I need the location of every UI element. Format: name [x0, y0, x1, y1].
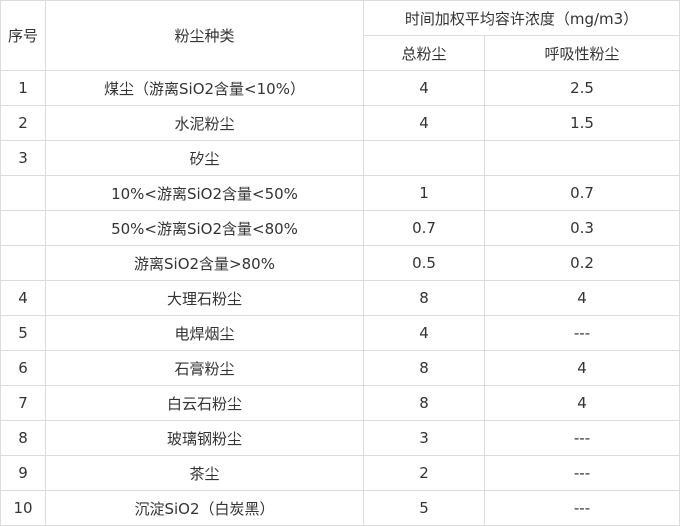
cell-dust-name: 游离SiO2含量>80%	[45, 245, 364, 281]
header-respirable-dust: 呼吸性粉尘	[484, 35, 680, 71]
cell-total-dust: 0.7	[363, 210, 485, 246]
cell-respirable-dust: ---	[484, 490, 680, 526]
table-row: 9 茶尘 2 ---	[0, 455, 680, 491]
cell-respirable-dust: ---	[484, 420, 680, 456]
cell-respirable-dust: 4	[484, 385, 680, 421]
cell-respirable-dust: 4	[484, 280, 680, 316]
cell-total-dust: 8	[363, 385, 485, 421]
cell-dust-name: 石膏粉尘	[45, 350, 364, 386]
cell-total-dust	[363, 140, 485, 176]
cell-index: 2	[0, 105, 46, 141]
cell-respirable-dust: 0.3	[484, 210, 680, 246]
table-row: 游离SiO2含量>80% 0.5 0.2	[0, 245, 680, 281]
cell-index: 8	[0, 420, 46, 456]
cell-dust-name: 煤尘（游离SiO2含量<10%）	[45, 70, 364, 106]
cell-total-dust: 1	[363, 175, 485, 211]
cell-index: 7	[0, 385, 46, 421]
table-row: 3 矽尘	[0, 140, 680, 176]
cell-index: 4	[0, 280, 46, 316]
cell-dust-name: 50%<游离SiO2含量<80%	[45, 210, 364, 246]
table-row: 7 白云石粉尘 8 4	[0, 385, 680, 421]
cell-respirable-dust: 4	[484, 350, 680, 386]
header-dust-type: 粉尘种类	[45, 0, 364, 71]
cell-total-dust: 8	[363, 350, 485, 386]
table-body: 1 煤尘（游离SiO2含量<10%） 4 2.5 2 水泥粉尘 4 1.5 3 …	[0, 70, 680, 526]
table-row: 4 大理石粉尘 8 4	[0, 280, 680, 316]
table-row: 50%<游离SiO2含量<80% 0.7 0.3	[0, 210, 680, 246]
cell-index: 5	[0, 315, 46, 351]
table-row: 10 沉淀SiO2（白炭黑） 5 ---	[0, 490, 680, 526]
cell-index	[0, 175, 46, 211]
cell-dust-name: 10%<游离SiO2含量<50%	[45, 175, 364, 211]
cell-respirable-dust	[484, 140, 680, 176]
cell-respirable-dust: 0.7	[484, 175, 680, 211]
cell-total-dust: 3	[363, 420, 485, 456]
table-header: 序号 粉尘种类 时间加权平均容许浓度（mg/m3） 总粉尘 呼吸性粉尘	[0, 0, 680, 71]
cell-dust-name: 矽尘	[45, 140, 364, 176]
table-row: 10%<游离SiO2含量<50% 1 0.7	[0, 175, 680, 211]
cell-dust-name: 白云石粉尘	[45, 385, 364, 421]
cell-dust-name: 茶尘	[45, 455, 364, 491]
table-row: 1 煤尘（游离SiO2含量<10%） 4 2.5	[0, 70, 680, 106]
cell-total-dust: 8	[363, 280, 485, 316]
header-total-dust: 总粉尘	[363, 35, 485, 71]
cell-respirable-dust: 0.2	[484, 245, 680, 281]
cell-respirable-dust: 1.5	[484, 105, 680, 141]
cell-total-dust: 0.5	[363, 245, 485, 281]
cell-index: 6	[0, 350, 46, 386]
cell-index: 1	[0, 70, 46, 106]
header-twa-group: 时间加权平均容许浓度（mg/m3）	[363, 0, 680, 36]
cell-dust-name: 沉淀SiO2（白炭黑）	[45, 490, 364, 526]
cell-total-dust: 4	[363, 105, 485, 141]
cell-respirable-dust: ---	[484, 455, 680, 491]
cell-total-dust: 4	[363, 315, 485, 351]
cell-index	[0, 210, 46, 246]
cell-respirable-dust: ---	[484, 315, 680, 351]
cell-dust-name: 水泥粉尘	[45, 105, 364, 141]
table-row: 8 玻璃钢粉尘 3 ---	[0, 420, 680, 456]
cell-total-dust: 5	[363, 490, 485, 526]
cell-dust-name: 电焊烟尘	[45, 315, 364, 351]
cell-respirable-dust: 2.5	[484, 70, 680, 106]
cell-index: 10	[0, 490, 46, 526]
dust-limits-table: 序号 粉尘种类 时间加权平均容许浓度（mg/m3） 总粉尘 呼吸性粉尘 1 煤尘…	[0, 0, 680, 526]
header-row: 序号 粉尘种类 时间加权平均容许浓度（mg/m3）	[0, 0, 680, 71]
table-row: 2 水泥粉尘 4 1.5	[0, 105, 680, 141]
cell-total-dust: 2	[363, 455, 485, 491]
table-row: 5 电焊烟尘 4 ---	[0, 315, 680, 351]
cell-index: 3	[0, 140, 46, 176]
cell-total-dust: 4	[363, 70, 485, 106]
cell-dust-name: 大理石粉尘	[45, 280, 364, 316]
table-row: 6 石膏粉尘 8 4	[0, 350, 680, 386]
cell-index: 9	[0, 455, 46, 491]
cell-index	[0, 245, 46, 281]
cell-dust-name: 玻璃钢粉尘	[45, 420, 364, 456]
header-index: 序号	[0, 0, 46, 71]
